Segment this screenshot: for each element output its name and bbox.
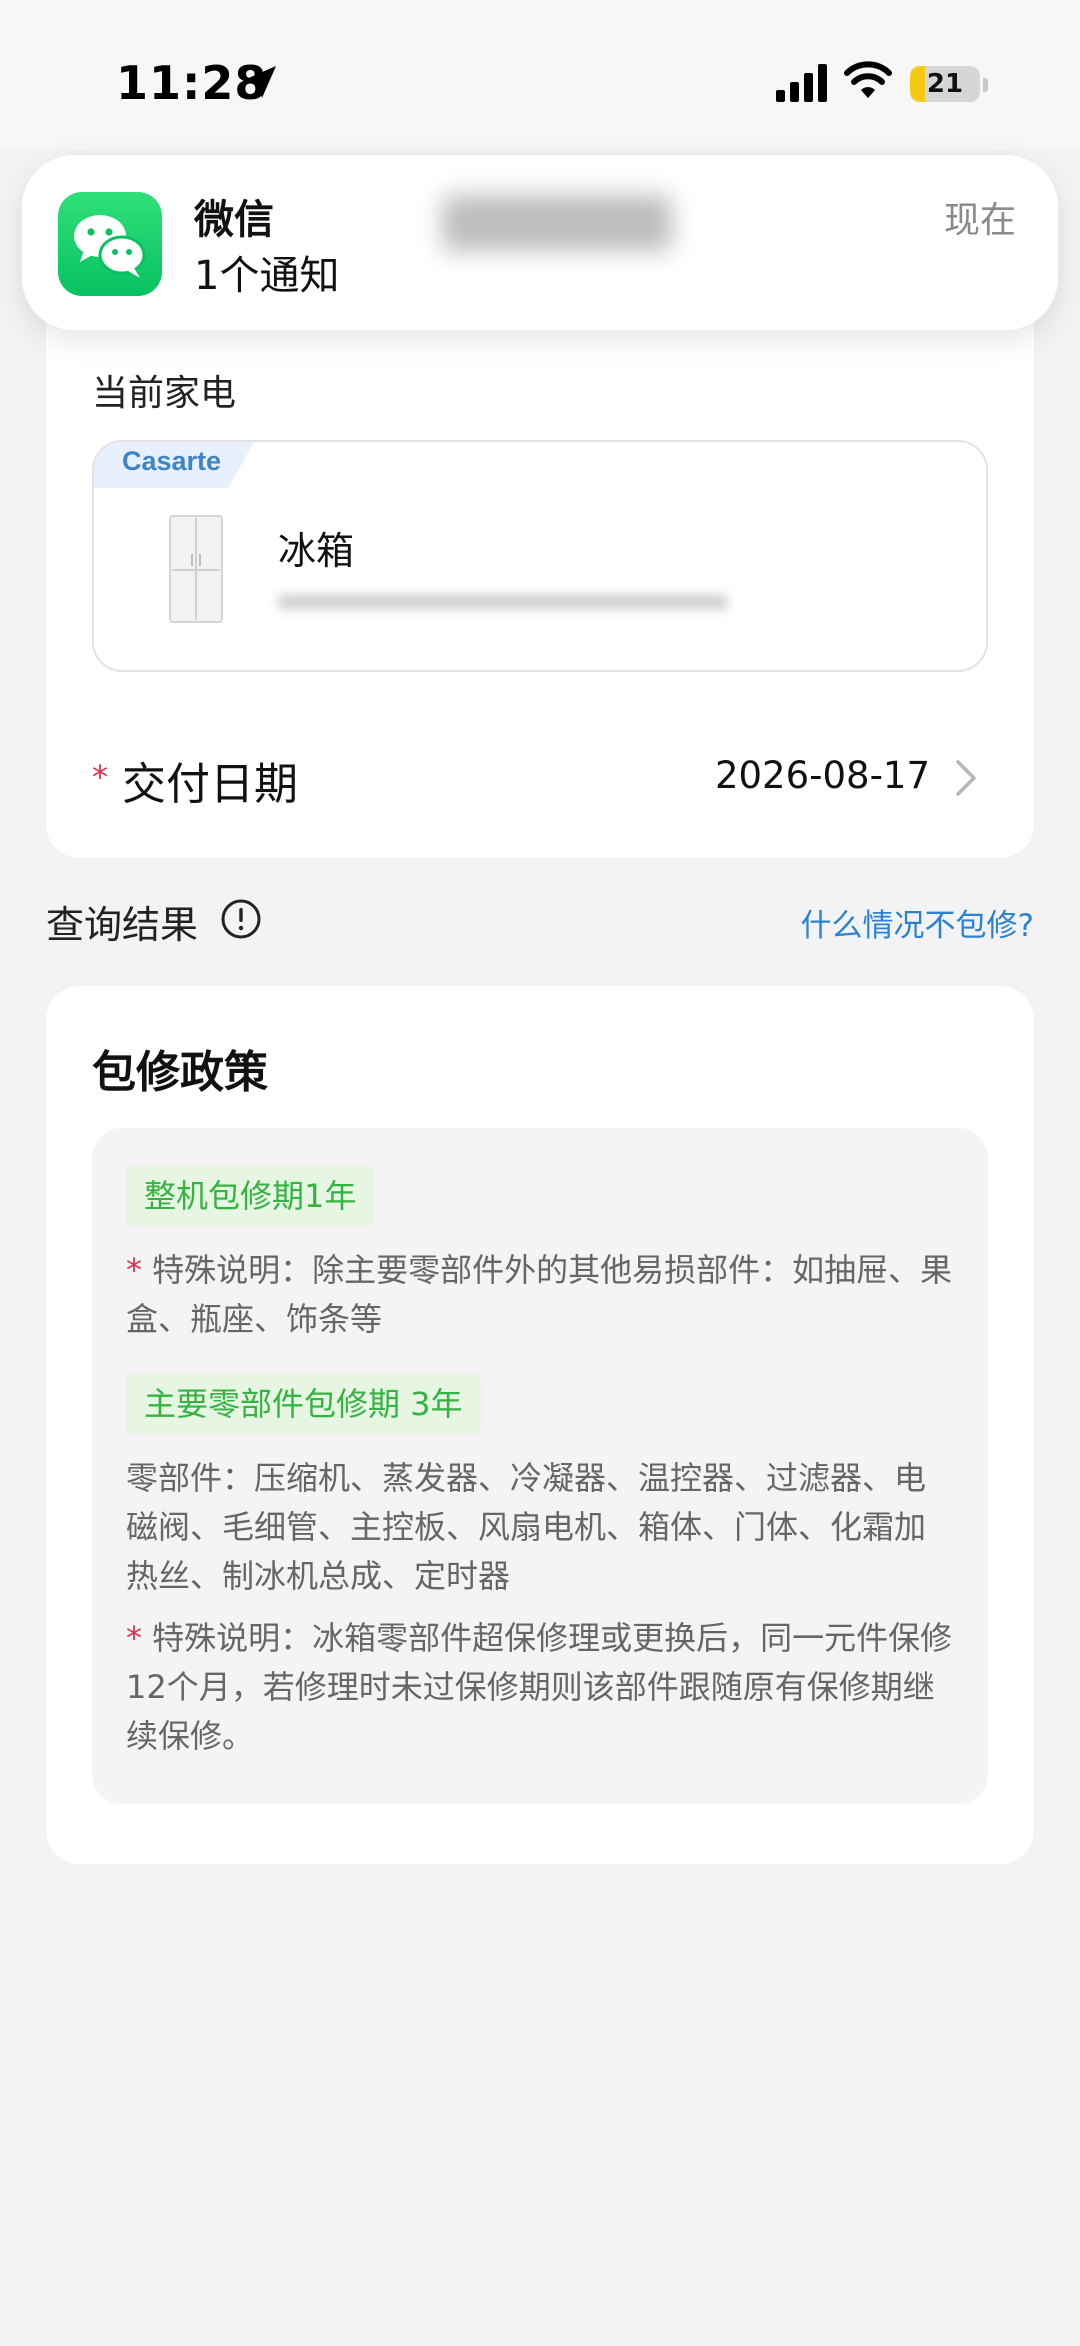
notification-body: 1个通知: [194, 253, 340, 299]
notification-app-name: 微信: [194, 197, 274, 243]
appliance-card: 当前家电 Casarte 冰箱 * 交付日期 2026-08-17: [46, 310, 1034, 858]
delivery-date-value: 2026-08-17: [714, 754, 930, 797]
appliance-name: 冰箱: [278, 529, 355, 573]
whole-warranty-note: * 特殊说明：除主要零部件外的其他易损部件：如抽屉、果盒、瓶座、饰条等: [126, 1246, 956, 1344]
note-star: *: [126, 1619, 142, 1657]
delivery-date-label: 交付日期: [122, 759, 298, 810]
brand-tag: Casarte: [94, 442, 254, 488]
parts-list: 零部件：压缩机、蒸发器、冷凝器、温控器、过滤器、电磁阀、毛细管、主控板、风扇电机…: [126, 1459, 927, 1595]
battery-level: 21: [926, 69, 964, 99]
query-result-label: 查询结果: [46, 903, 199, 947]
blurred-model-text: [278, 594, 728, 610]
info-icon[interactable]: [220, 898, 262, 940]
current-appliance-label: 当前家电: [92, 373, 237, 414]
parts-warranty-note-text: 特殊说明：冰箱零部件超保修理或更换后，同一元件保修12个月，若修理时未过保修期则…: [126, 1619, 953, 1755]
query-result-row: 查询结果 什么情况不包修?: [46, 890, 1034, 950]
required-mark: *: [92, 758, 108, 796]
policy-title: 包修政策: [92, 1047, 268, 1098]
fridge-icon: [169, 515, 223, 623]
battery-icon: 21: [910, 66, 980, 102]
battery-cap: [983, 78, 988, 92]
chevron-right-icon: [956, 760, 976, 796]
location-arrow-icon: [244, 66, 276, 98]
appliance-item[interactable]: Casarte 冰箱: [92, 440, 988, 672]
notification-banner[interactable]: 微信 1个通知 现在: [22, 155, 1058, 330]
warranty-policy-card: 包修政策 整机包修期1年 * 特殊说明：除主要零部件外的其他易损部件：如抽屉、果…: [46, 986, 1034, 1864]
wechat-icon: [58, 192, 162, 296]
note-star: *: [126, 1251, 142, 1289]
status-bar: 11:28 21: [0, 0, 1080, 150]
no-warranty-link[interactable]: 什么情况不包修?: [801, 900, 1034, 945]
parts-warranty-tag: 主要零部件包修期 3年: [126, 1374, 481, 1434]
brand-name: Casarte: [122, 446, 222, 476]
signal-icon: [776, 64, 827, 102]
whole-warranty-note-text: 特殊说明：除主要零部件外的其他易损部件：如抽屉、果盒、瓶座、饰条等: [126, 1251, 953, 1338]
blurred-notification-text: [442, 195, 672, 251]
whole-warranty-tag: 整机包修期1年: [126, 1166, 375, 1226]
notification-time: 现在: [943, 200, 1016, 241]
delivery-date-row[interactable]: * 交付日期 2026-08-17: [46, 740, 1034, 830]
policy-details: 整机包修期1年 * 特殊说明：除主要零部件外的其他易损部件：如抽屉、果盒、瓶座、…: [92, 1128, 988, 1804]
parts-warranty-note: * 特殊说明：冰箱零部件超保修理或更换后，同一元件保修12个月，若修理时未过保修…: [126, 1614, 956, 1761]
wifi-icon: [844, 61, 892, 98]
